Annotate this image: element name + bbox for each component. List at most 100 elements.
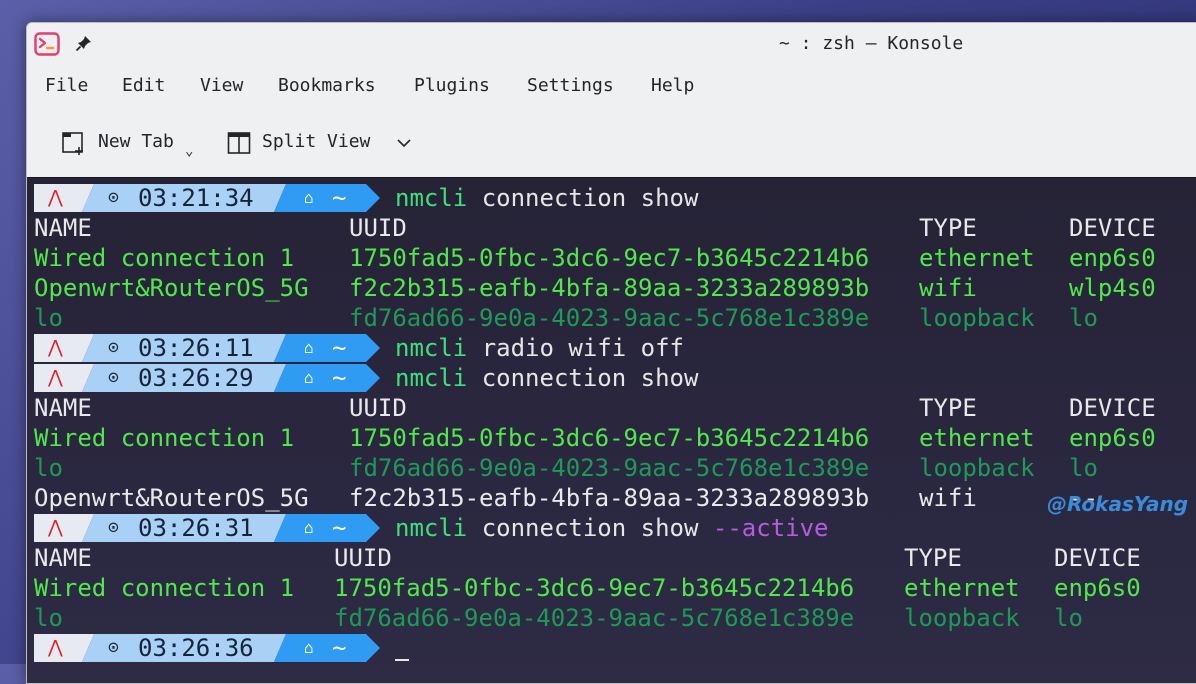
table-cell: loopback: [919, 454, 1035, 482]
command-args: connection show: [481, 364, 699, 392]
clock-icon: ⊙: [108, 517, 119, 538]
clock-icon: ⊙: [108, 367, 119, 388]
menu-bookmarks[interactable]: Bookmarks: [278, 75, 376, 96]
menu-edit[interactable]: Edit: [122, 75, 165, 96]
table-cell: f2c2b315-eafb-4bfa-89aa-3233a289893b: [349, 484, 870, 512]
home-icon: ⌂: [304, 638, 314, 657]
header-cell: DEVICE: [1054, 544, 1141, 572]
home-icon: ⌂: [304, 338, 314, 357]
home-icon: ⌂: [304, 368, 314, 387]
menu-bar: File Edit View Bookmarks Plugins Setting…: [27, 73, 1196, 103]
command-args: radio wifi off: [481, 334, 684, 362]
prompt-directory: ~: [332, 334, 347, 362]
arch-logo-icon: ⋀: [48, 337, 63, 358]
prompt-time: 03:26:36: [138, 634, 254, 662]
prompt-time: 03:26:29: [138, 364, 254, 392]
header-cell: NAME: [34, 394, 92, 422]
arch-logo-icon: ⋀: [48, 517, 63, 538]
command-line: nmcli radio wifi off: [395, 333, 684, 363]
split-view-label: Split View: [262, 131, 371, 152]
header-cell: UUID: [334, 544, 392, 572]
table-cell: wifi: [919, 484, 977, 512]
table-cell: fd76ad66-9e0a-4023-9aac-5c768e1c389e: [334, 604, 855, 632]
table-cell: lo: [34, 604, 63, 632]
arch-logo-icon: ⋀: [48, 187, 63, 208]
command-flag: --active: [712, 514, 829, 542]
prompt-time: 03:26:11: [138, 334, 254, 362]
table-cell: lo: [1069, 304, 1098, 332]
prompt-directory: ~: [332, 184, 347, 212]
table-cell: wifi: [919, 274, 977, 302]
table-cell: enp6s0: [1069, 424, 1156, 452]
table-cell: loopback: [919, 304, 1035, 332]
menu-file[interactable]: File: [45, 75, 88, 96]
prompt-directory: ~: [332, 634, 347, 662]
header-cell: TYPE: [904, 544, 962, 572]
command-line: nmcli connection show: [395, 183, 698, 213]
table-cell: Wired connection 1: [34, 574, 295, 602]
table-cell: ethernet: [919, 244, 1035, 272]
new-tab-icon: [62, 132, 83, 155]
table-cell: lo: [34, 304, 63, 332]
table-cell: 1750fad5-0fbc-3dc6-9ec7-b3645c2214b6: [334, 574, 855, 602]
table-cell: 1750fad5-0fbc-3dc6-9ec7-b3645c2214b6: [349, 424, 870, 452]
command-binary: nmcli: [395, 184, 468, 212]
command-binary: nmcli: [395, 514, 468, 542]
header-cell: TYPE: [919, 394, 977, 422]
shell-prompt: ⋀ ⊙ 03:26:31 ⌂ ~: [34, 514, 394, 542]
menu-settings[interactable]: Settings: [527, 75, 614, 96]
table-cell: Openwrt&RouterOS_5G: [34, 274, 309, 302]
konsole-app-icon[interactable]: [34, 32, 60, 56]
arch-logo-icon: ⋀: [48, 637, 63, 658]
header-cell: TYPE: [919, 214, 977, 242]
header-cell: UUID: [349, 214, 407, 242]
table-cell: enp6s0: [1069, 244, 1156, 272]
pin-icon[interactable]: [75, 34, 93, 52]
menu-view[interactable]: View: [200, 75, 243, 96]
clock-icon: ⊙: [108, 187, 119, 208]
table-cell: ethernet: [904, 574, 1020, 602]
split-view-icon: [227, 132, 251, 154]
header-cell: UUID: [349, 394, 407, 422]
command-args: connection show: [481, 184, 699, 212]
home-icon: ⌂: [304, 518, 314, 537]
terminal-cursor: [395, 659, 409, 661]
prompt-time: 03:21:34: [138, 184, 254, 212]
prompt-directory: ~: [332, 514, 347, 542]
header-cell: DEVICE: [1069, 214, 1156, 242]
clock-icon: ⊙: [108, 337, 119, 358]
table-cell: f2c2b315-eafb-4bfa-89aa-3233a289893b: [349, 274, 870, 302]
menu-help[interactable]: Help: [651, 75, 694, 96]
table-cell: fd76ad66-9e0a-4023-9aac-5c768e1c389e: [349, 304, 870, 332]
split-view-button[interactable]: Split View: [223, 121, 423, 165]
table-cell: wlp4s0: [1069, 274, 1156, 302]
header-cell: NAME: [34, 544, 92, 572]
header-cell: DEVICE: [1069, 394, 1156, 422]
shell-prompt: ⋀ ⊙ 03:21:34 ⌂ ~: [34, 184, 394, 212]
prompt-time: 03:26:31: [138, 514, 254, 542]
command-args: connection show: [481, 514, 699, 542]
table-cell: loopback: [904, 604, 1020, 632]
new-tab-label: New Tab: [98, 131, 174, 152]
table-cell: lo: [1069, 454, 1098, 482]
konsole-window: ~ : zsh — Konsole File Edit View Bookmar…: [26, 22, 1196, 684]
chevron-down-icon[interactable]: [397, 138, 411, 148]
new-tab-button[interactable]: New Tab ⌄: [57, 121, 205, 165]
clock-icon: ⊙: [108, 637, 119, 658]
menu-plugins[interactable]: Plugins: [414, 75, 490, 96]
terminal-view[interactable]: ⋀ ⊙ 03:21:34 ⌂ ~ nmcli connection show NAME UUI…: [27, 177, 1196, 683]
prompt-directory: ~: [332, 364, 347, 392]
header-cell: NAME: [34, 214, 92, 242]
shell-prompt: ⋀ ⊙ 03:26:29 ⌂ ~: [34, 364, 394, 392]
command-binary: nmcli: [395, 334, 468, 362]
title-bar[interactable]: ~ : zsh — Konsole: [27, 23, 1196, 63]
table-cell: Openwrt&RouterOS_5G: [34, 484, 309, 512]
shell-prompt: ⋀ ⊙ 03:26:11 ⌂ ~: [34, 334, 394, 362]
table-cell: ethernet: [919, 424, 1035, 452]
command-line: nmcli connection show: [395, 363, 698, 393]
table-cell: Wired connection 1: [34, 244, 295, 272]
window-title: ~ : zsh — Konsole: [779, 33, 964, 54]
table-cell: 1750fad5-0fbc-3dc6-9ec7-b3645c2214b6: [349, 244, 870, 272]
table-cell: enp6s0: [1054, 574, 1141, 602]
arch-logo-icon: ⋀: [48, 367, 63, 388]
